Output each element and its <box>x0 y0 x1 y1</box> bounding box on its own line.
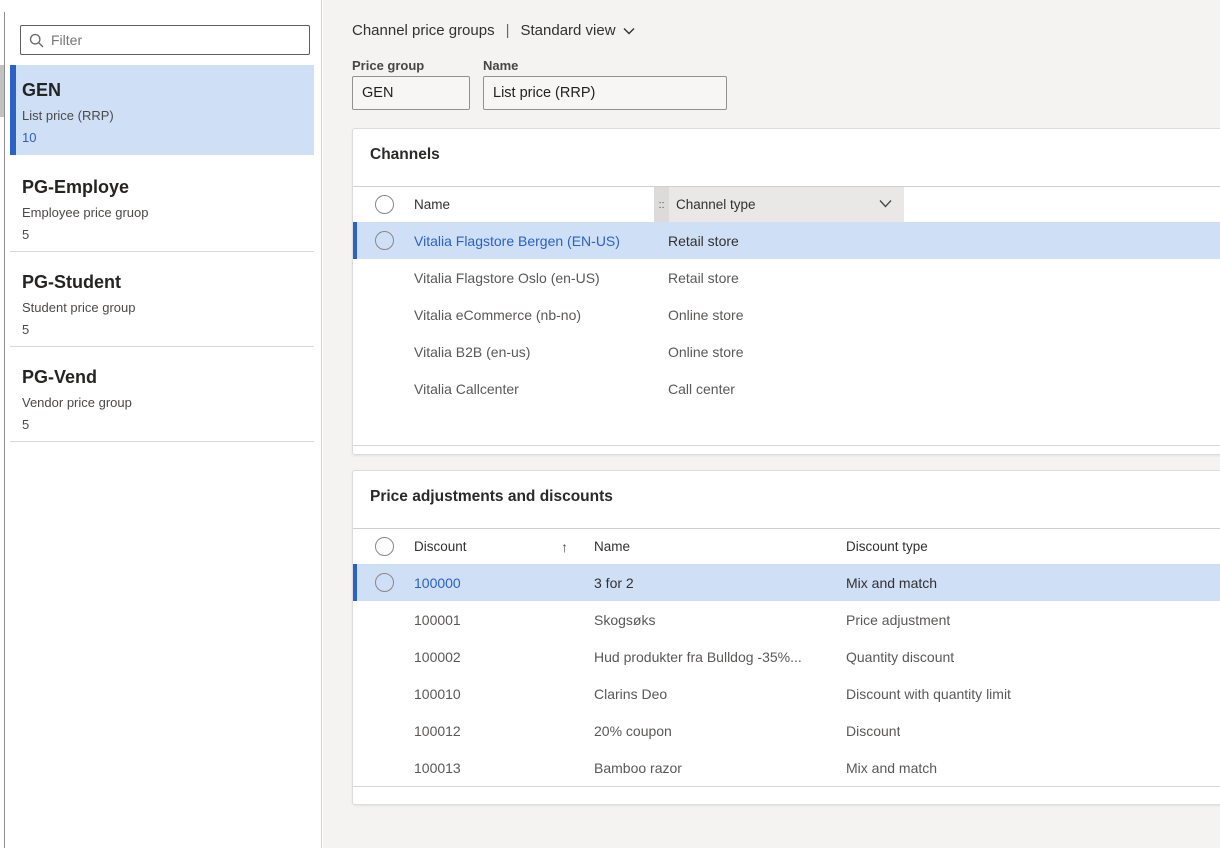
discount-id[interactable]: 100002 <box>414 638 461 675</box>
discount-name: Skogsøks <box>594 601 655 638</box>
sidebar-item-pg-student[interactable]: PG-Student Student price group 5 <box>10 252 314 347</box>
discount-id[interactable]: 100012 <box>414 712 461 749</box>
discount-type-value: Discount with quantity limit <box>846 675 1011 712</box>
discount-name: 3 for 2 <box>594 564 634 601</box>
price-group-title: PG-Vend <box>22 365 302 389</box>
discounts-grid-bottom-border <box>353 786 1220 787</box>
discounts-heading: Price adjustments and discounts <box>370 488 613 506</box>
channel-type-value: Retail store <box>668 222 739 259</box>
row-radio[interactable] <box>375 573 394 592</box>
page-title: Channel price groups <box>352 22 495 39</box>
discounts-grid-header: Discount ↑ Name Discount type <box>353 528 1220 564</box>
column-header-channel-type[interactable]: :: Channel type <box>654 187 904 222</box>
channel-row[interactable]: Vitalia Callcenter Call center <box>353 370 1220 407</box>
price-group-field-label: Price group <box>352 58 424 73</box>
discount-id[interactable]: 100001 <box>414 601 461 638</box>
chevron-down-icon <box>623 27 635 35</box>
discount-row[interactable]: 100002 Hud produkter fra Bulldog -35%...… <box>353 638 1220 675</box>
channel-row[interactable]: Vitalia Flagstore Bergen (EN-US) Retail … <box>353 222 1220 259</box>
view-selector-label: Standard view <box>521 22 616 39</box>
sidebar-item-pg-employe[interactable]: PG-Employe Employee price gruop 5 <box>10 155 314 252</box>
discount-row[interactable]: 100010 Clarins Deo Discount with quantit… <box>353 675 1220 712</box>
column-header-name[interactable]: Name <box>414 187 450 222</box>
price-group-title: GEN <box>22 78 302 102</box>
channel-row[interactable]: Vitalia eCommerce (nb-no) Online store <box>353 296 1220 333</box>
discount-id[interactable]: 100010 <box>414 675 461 712</box>
channel-type-value: Online store <box>668 296 743 333</box>
price-group-count: 10 <box>22 130 302 145</box>
channel-row[interactable]: Vitalia Flagstore Oslo (en-US) Retail st… <box>353 259 1220 296</box>
discount-id[interactable]: 100013 <box>414 749 461 786</box>
price-group-count: 5 <box>22 322 302 337</box>
page-header: Channel price groups | Standard view <box>352 22 635 39</box>
channel-type-value: Retail store <box>668 259 739 296</box>
channel-type-label: Channel type <box>669 197 756 212</box>
channel-name[interactable]: Vitalia Flagstore Oslo (en-US) <box>414 259 600 296</box>
discounts-grid-rows: 100000 3 for 2 Mix and match 100001 Skog… <box>353 564 1220 786</box>
price-groups-sidebar: GEN List price (RRP) 10 PG-Employe Emplo… <box>5 0 322 848</box>
channel-type-value: Call center <box>668 370 735 407</box>
discount-row[interactable]: 100012 20% coupon Discount <box>353 712 1220 749</box>
discounts-card: Price adjustments and discounts Discount… <box>352 470 1220 805</box>
discount-name: 20% coupon <box>594 712 672 749</box>
column-header-discount[interactable]: Discount <box>414 529 467 564</box>
price-group-count: 5 <box>22 417 302 432</box>
channels-grid-header: Name :: Channel type <box>353 186 1220 222</box>
row-radio[interactable] <box>375 231 394 250</box>
price-group-list: GEN List price (RRP) 10 PG-Employe Emplo… <box>10 65 314 442</box>
discount-id-link[interactable]: 100000 <box>414 564 461 601</box>
view-selector[interactable]: Standard view <box>521 22 635 39</box>
price-group-title: PG-Employe <box>22 175 302 199</box>
discount-type-value: Discount <box>846 712 900 749</box>
discount-row[interactable]: 100000 3 for 2 Mix and match <box>353 564 1220 601</box>
price-group-subtitle: Employee price gruop <box>22 205 302 220</box>
name-field[interactable] <box>483 76 727 110</box>
channel-type-value: Online store <box>668 333 743 370</box>
price-group-subtitle: Student price group <box>22 300 302 315</box>
discount-row[interactable]: 100001 Skogsøks Price adjustment <box>353 601 1220 638</box>
channel-name-link[interactable]: Vitalia Flagstore Bergen (EN-US) <box>414 222 620 259</box>
column-drag-handle[interactable]: :: <box>654 187 669 222</box>
discount-type-value: Price adjustment <box>846 601 950 638</box>
chevron-down-icon <box>879 199 892 208</box>
channels-grid-rows: Vitalia Flagstore Bergen (EN-US) Retail … <box>353 222 1220 407</box>
column-header-name[interactable]: Name <box>594 529 630 564</box>
main-panel: Channel price groups | Standard view Pri… <box>323 0 1220 848</box>
channel-row[interactable]: Vitalia B2B (en-us) Online store <box>353 333 1220 370</box>
channels-heading: Channels <box>370 146 440 164</box>
discount-type-value: Mix and match <box>846 564 937 601</box>
sort-ascending-icon: ↑ <box>561 529 568 564</box>
channel-name[interactable]: Vitalia B2B (en-us) <box>414 333 530 370</box>
column-header-discount-type[interactable]: Discount type <box>846 529 928 564</box>
sidebar-item-gen[interactable]: GEN List price (RRP) 10 <box>10 65 314 155</box>
discount-name: Bamboo razor <box>594 749 682 786</box>
channel-price-groups-screen: GEN List price (RRP) 10 PG-Employe Emplo… <box>0 0 1220 848</box>
discount-row[interactable]: 100013 Bamboo razor Mix and match <box>353 749 1220 786</box>
name-field-label: Name <box>483 58 518 73</box>
price-group-subtitle: Vendor price group <box>22 395 302 410</box>
discount-name: Hud produkter fra Bulldog -35%... <box>594 638 802 675</box>
price-group-title: PG-Student <box>22 270 302 294</box>
price-group-count: 5 <box>22 227 302 242</box>
filter-input[interactable] <box>51 32 301 48</box>
channels-card: Channels Name :: Channel type Vitalia Fl… <box>352 128 1220 455</box>
search-icon <box>29 33 44 48</box>
channel-name[interactable]: Vitalia eCommerce (nb-no) <box>414 296 581 333</box>
discount-type-value: Mix and match <box>846 749 937 786</box>
discount-type-value: Quantity discount <box>846 638 954 675</box>
price-group-field[interactable] <box>352 76 470 110</box>
channels-grid-bottom-border <box>353 445 1220 446</box>
discount-name: Clarins Deo <box>594 675 667 712</box>
select-all-radio[interactable] <box>375 537 394 556</box>
header-separator: | <box>495 22 521 39</box>
price-group-subtitle: List price (RRP) <box>22 108 302 123</box>
filter-box <box>20 25 310 55</box>
sidebar-item-pg-vend[interactable]: PG-Vend Vendor price group 5 <box>10 347 314 442</box>
left-scrollbar-thumb[interactable] <box>0 65 4 117</box>
channel-name[interactable]: Vitalia Callcenter <box>414 370 519 407</box>
select-all-radio[interactable] <box>375 195 394 214</box>
